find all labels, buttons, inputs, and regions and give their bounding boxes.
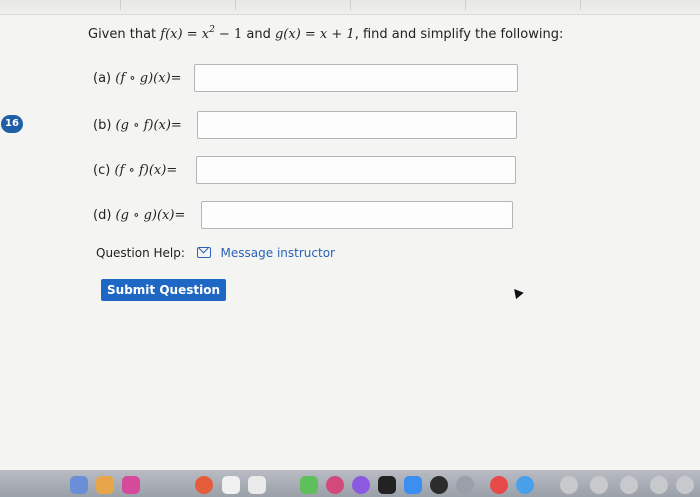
part-b-row: (b) (g ∘ f)(x)= bbox=[93, 111, 523, 141]
dock-app-icon[interactable] bbox=[222, 476, 240, 494]
dock-app-icon[interactable] bbox=[516, 476, 534, 494]
dock-app-icon[interactable] bbox=[195, 476, 213, 494]
dock-app-icon[interactable] bbox=[404, 476, 422, 494]
dock-app-icon[interactable] bbox=[326, 476, 344, 494]
part-a-label: (a) (f ∘ g)(x)= bbox=[93, 71, 182, 86]
dock-app-icon[interactable] bbox=[560, 476, 578, 494]
dock-app-icon[interactable] bbox=[300, 476, 318, 494]
dock-app-icon[interactable] bbox=[430, 476, 448, 494]
question-help: Question Help: Message instructor bbox=[96, 246, 335, 260]
part-d-row: (d) (g ∘ g)(x)= bbox=[93, 201, 523, 231]
part-d-expression: (g ∘ g)(x)= bbox=[115, 208, 186, 223]
dock-app-icon[interactable] bbox=[122, 476, 140, 494]
mail-icon[interactable] bbox=[196, 247, 211, 258]
part-d-label: (d) (g ∘ g)(x)= bbox=[93, 208, 185, 223]
dock-app-icon[interactable] bbox=[96, 476, 114, 494]
macos-dock bbox=[0, 470, 700, 497]
part-d-letter: (d) bbox=[93, 208, 112, 223]
dock-app-icon[interactable] bbox=[590, 476, 608, 494]
question-help-label: Question Help: bbox=[96, 246, 185, 260]
f-definition-base: f(x) = x bbox=[160, 27, 210, 42]
part-c-answer-input[interactable] bbox=[196, 156, 516, 184]
part-c-expression: (f ∘ f)(x)= bbox=[114, 163, 178, 178]
dock-app-icon[interactable] bbox=[490, 476, 508, 494]
g-definition: g(x) = x + 1 bbox=[274, 27, 355, 42]
part-b-letter: (b) bbox=[93, 118, 112, 133]
dock-app-icon[interactable] bbox=[248, 476, 266, 494]
dock-app-icon[interactable] bbox=[676, 476, 694, 494]
part-b-label: (b) (g ∘ f)(x)= bbox=[93, 118, 182, 133]
dock-app-icon[interactable] bbox=[352, 476, 370, 494]
part-c-letter: (c) bbox=[93, 163, 111, 178]
part-c-label: (c) (f ∘ f)(x)= bbox=[93, 163, 177, 178]
part-b-expression: (g ∘ f)(x)= bbox=[115, 118, 182, 133]
part-a-expression: (f ∘ g)(x)= bbox=[115, 71, 182, 86]
part-b-answer-input[interactable] bbox=[197, 111, 517, 139]
prompt-and: and bbox=[242, 27, 275, 42]
part-a-row: (a) (f ∘ g)(x)= bbox=[93, 64, 523, 94]
dock-app-icon[interactable] bbox=[650, 476, 668, 494]
part-d-answer-input[interactable] bbox=[201, 201, 513, 229]
dock-app-icon[interactable] bbox=[456, 476, 474, 494]
mouse-cursor-icon bbox=[510, 285, 524, 300]
f-definition-rest: − 1 bbox=[214, 27, 243, 42]
part-c-row: (c) (f ∘ f)(x)= bbox=[93, 156, 523, 186]
prompt-lead: Given that bbox=[88, 27, 161, 42]
f-definition: f(x) = x2 − 1 bbox=[160, 26, 243, 43]
question-number-badge: 16 bbox=[1, 115, 23, 133]
part-a-answer-input[interactable] bbox=[194, 64, 518, 92]
prompt-tail: , find and simplify the following: bbox=[354, 27, 564, 42]
browser-top-strip bbox=[0, 0, 700, 15]
message-instructor-link[interactable]: Message instructor bbox=[221, 246, 335, 260]
question-prompt: Given that f(x) = x2 − 1 and g(x) = x + … bbox=[88, 26, 564, 43]
dock-app-icon[interactable] bbox=[378, 476, 396, 494]
part-a-letter: (a) bbox=[93, 71, 112, 86]
submit-question-button[interactable]: Submit Question bbox=[101, 279, 226, 301]
dock-app-icon[interactable] bbox=[620, 476, 638, 494]
dock-app-icon[interactable] bbox=[70, 476, 88, 494]
